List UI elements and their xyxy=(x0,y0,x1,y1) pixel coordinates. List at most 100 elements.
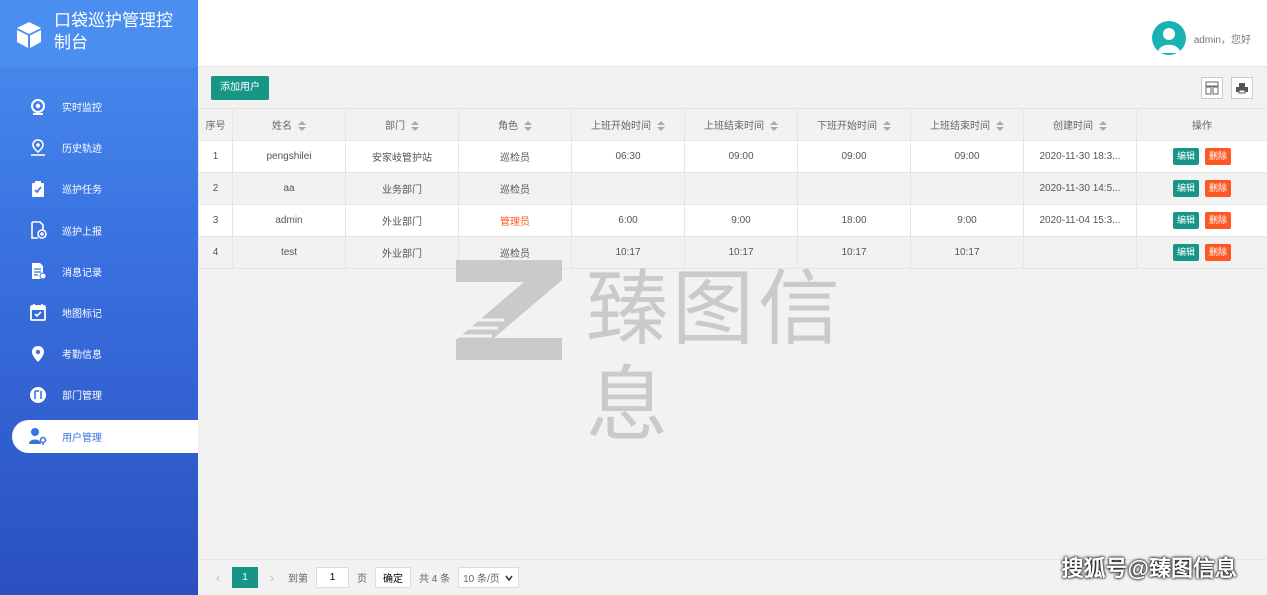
cell-role: 巡检员 xyxy=(458,236,572,269)
sort-icon[interactable] xyxy=(411,121,419,132)
chevron-down-icon xyxy=(505,575,513,581)
cell-off-start xyxy=(797,172,911,205)
top-header: admin，您好 xyxy=(198,0,1267,67)
cell-created xyxy=(1023,236,1137,269)
sort-icon[interactable] xyxy=(1099,121,1107,132)
next-page-icon[interactable]: › xyxy=(270,571,274,585)
goto-page-input[interactable] xyxy=(316,567,349,588)
sidebar-item-patrol-task[interactable]: 巡护任务 xyxy=(0,172,198,205)
delete-button[interactable]: 删除 xyxy=(1205,148,1232,165)
col-header-no: 序号 xyxy=(198,108,233,141)
cell-off-start: 09:00 xyxy=(797,140,911,173)
sidebar-item-label: 消息记录 xyxy=(62,267,102,279)
sidebar-item-label: 历史轨迹 xyxy=(62,144,102,156)
cell-name: test xyxy=(232,236,346,269)
col-header-off-end[interactable]: 上班结束时间 xyxy=(910,108,1024,141)
cell-actions: 编辑 删除 xyxy=(1136,140,1267,173)
sort-icon[interactable] xyxy=(524,121,532,132)
columns-filter-icon[interactable] xyxy=(1201,77,1223,99)
page-unit-label: 页 xyxy=(357,574,367,585)
table-row: 4 test 外业部门 巡检员 10:17 10:17 10:17 10:17 … xyxy=(198,236,1267,269)
sort-icon[interactable] xyxy=(298,121,306,132)
cell-off-end: 9:00 xyxy=(910,204,1024,237)
cell-created: 2020-11-30 18:3... xyxy=(1023,140,1137,173)
edit-button[interactable]: 编辑 xyxy=(1172,212,1199,229)
table-tools xyxy=(1201,77,1253,99)
sidebar-item-department[interactable]: 部门管理 xyxy=(0,378,198,411)
webcam-icon xyxy=(28,97,48,117)
goto-label: 到第 xyxy=(288,574,308,585)
col-header-actions: 操作 xyxy=(1136,108,1267,141)
cell-work-end xyxy=(684,172,798,205)
col-header-work-start[interactable]: 上班开始时间 xyxy=(571,108,685,141)
avatar[interactable] xyxy=(1151,21,1186,55)
cell-work-start xyxy=(571,172,685,205)
page-size-select[interactable]: 10 条/页 xyxy=(458,567,519,588)
cell-work-end: 9:00 xyxy=(684,204,798,237)
sidebar-item-patrol-report[interactable]: 巡护上报 xyxy=(0,214,198,247)
col-header-dept[interactable]: 部门 xyxy=(345,108,459,141)
sidebar-item-message-record[interactable]: 消息记录 xyxy=(0,255,198,288)
table-row: 3 admin 外业部门 管理员 6:00 9:00 18:00 9:00 20… xyxy=(198,204,1267,237)
col-header-name[interactable]: 姓名 xyxy=(232,108,346,141)
page-size-value: 10 条/页 xyxy=(463,574,500,585)
add-user-button[interactable]: 添加用户 xyxy=(211,76,269,100)
corner-watermark: 搜狐号@臻图信息 xyxy=(1061,556,1237,581)
cell-work-end: 09:00 xyxy=(684,140,798,173)
user-table: 序号 姓名 部门 角色 上班开始时间 上班结束时间 下班开始时间 上班结束时间 … xyxy=(198,108,1267,269)
cell-dept: 业务部门 xyxy=(345,172,459,205)
department-icon xyxy=(28,385,48,405)
goto-confirm-button[interactable]: 确定 xyxy=(375,567,411,588)
cell-off-start: 10:17 xyxy=(797,236,911,269)
clipboard-check-icon xyxy=(28,179,48,199)
cell-role: 巡检员 xyxy=(458,172,572,205)
cell-name: aa xyxy=(232,172,346,205)
sidebar-item-label: 巡护上报 xyxy=(62,226,102,238)
delete-button[interactable]: 删除 xyxy=(1205,180,1232,197)
current-page-button[interactable]: 1 xyxy=(232,567,258,588)
delete-button[interactable]: 删除 xyxy=(1205,212,1232,229)
table-toolbar: 添加用户 xyxy=(198,67,1267,108)
cell-created: 2020-11-30 14:5... xyxy=(1023,172,1137,205)
brand: 口袋巡护管理控制台 xyxy=(0,0,198,67)
message-record-icon xyxy=(28,261,48,281)
sort-icon[interactable] xyxy=(770,121,778,132)
col-header-role[interactable]: 角色 xyxy=(458,108,572,141)
edit-button[interactable]: 编辑 xyxy=(1172,148,1199,165)
cell-actions: 编辑 删除 xyxy=(1136,236,1267,269)
edit-button[interactable]: 编辑 xyxy=(1172,180,1199,197)
cell-actions: 编辑 删除 xyxy=(1136,172,1267,205)
col-header-work-end[interactable]: 上班结束时间 xyxy=(684,108,798,141)
sidebar-item-attendance[interactable]: 考勤信息 xyxy=(0,337,198,370)
sidebar-item-label: 部门管理 xyxy=(62,391,102,403)
cell-work-start: 10:17 xyxy=(571,236,685,269)
user-menu[interactable]: admin，您好 xyxy=(1151,21,1251,55)
sidebar-item-user-management[interactable]: 用户管理 xyxy=(12,419,198,453)
prev-page-icon[interactable]: ‹ xyxy=(216,571,220,585)
print-icon[interactable] xyxy=(1231,77,1253,99)
location-track-icon xyxy=(28,138,48,158)
cell-dept: 安家岐管护站 xyxy=(345,140,459,173)
delete-button[interactable]: 删除 xyxy=(1205,244,1232,261)
col-header-created[interactable]: 创建时间 xyxy=(1023,108,1137,141)
user-avatar-icon xyxy=(1157,28,1180,53)
table-header-row: 序号 姓名 部门 角色 上班开始时间 上班结束时间 下班开始时间 上班结束时间 … xyxy=(198,108,1267,141)
main-content: 添加用户 序号 姓名 部门 角色 上班开始时间 上班结束时间 下班开始时间 上班… xyxy=(198,67,1267,595)
cell-dept: 外业部门 xyxy=(345,236,459,269)
user-key-icon xyxy=(28,426,48,446)
edit-button[interactable]: 编辑 xyxy=(1172,244,1199,261)
map-pin-icon xyxy=(28,344,48,364)
sidebar-item-map-marker[interactable]: 地图标记 xyxy=(0,296,198,329)
sort-icon[interactable] xyxy=(657,121,665,132)
cell-name: pengshilei xyxy=(232,140,346,173)
sidebar-item-realtime-monitor[interactable]: 实时监控 xyxy=(0,90,198,123)
cell-no: 2 xyxy=(198,172,233,205)
col-header-off-start[interactable]: 下班开始时间 xyxy=(797,108,911,141)
sort-icon[interactable] xyxy=(883,121,891,132)
cell-no: 4 xyxy=(198,236,233,269)
app-title: 口袋巡护管理控制台 xyxy=(54,11,173,52)
sort-icon[interactable] xyxy=(996,121,1004,132)
report-upload-icon xyxy=(28,220,48,240)
sidebar-item-history-track[interactable]: 历史轨迹 xyxy=(0,131,198,164)
cell-off-end: 09:00 xyxy=(910,140,1024,173)
